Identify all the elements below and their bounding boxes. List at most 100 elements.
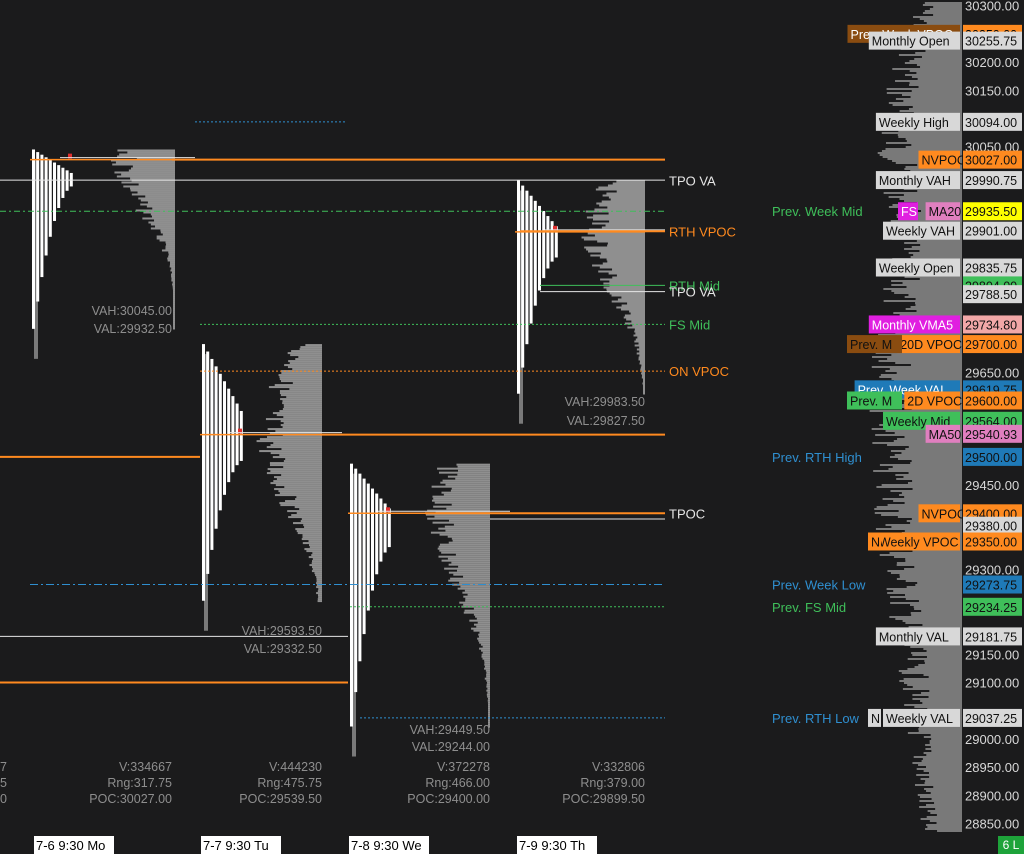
session-volume-bar [596,202,645,205]
session-volume-bar [447,535,490,538]
volume-bar [911,460,962,462]
session-volume-bar [432,495,490,498]
session-volume-bar [606,192,645,195]
session-volume-bar [121,173,175,176]
session-volume-bar [173,289,175,292]
session-volume-bar [463,603,490,606]
volume-bar [922,702,962,704]
session-volume-bar [169,263,175,266]
price-box-label: 29700.00 [965,338,1017,352]
session-volume-bar [462,591,490,594]
session-volume-bar [289,388,322,391]
overlap-tag-label: Prev. M [850,394,892,408]
volume-bar [920,66,962,68]
price-box-label: 29181.75 [965,630,1017,644]
session-volume-bar [456,569,490,572]
session-volume-bar [292,368,322,371]
session-volume-bar [117,149,175,152]
session-volume-bar [308,540,322,543]
session-volume-bar [612,268,645,271]
session-volume-bar [473,629,490,632]
session-volume-bar [272,412,322,415]
session-volume-bar [278,374,322,377]
session-volume-bar [608,272,645,275]
volume-bar [909,84,962,86]
session-volume-bar [617,298,645,301]
reference-level-tag: MA20 29935.50 [925,202,1022,221]
volume-bar [896,564,962,566]
volume-bar [931,798,962,800]
volume-bar [924,782,962,784]
volume-bar [920,244,962,246]
volume-bar [928,676,962,678]
session-volume-bar [112,163,175,166]
session-volume-bar [283,404,322,407]
reference-level-tag: MA50 29540.93 [925,424,1022,443]
session-range-label: Rng:475.75 [257,776,322,790]
session-volume-bar [317,590,322,593]
session-volume-bar [457,465,490,468]
volume-bar [914,706,962,708]
session-volume-bar [439,549,490,552]
volume-bar [912,654,962,656]
session-volume-bar [165,241,175,244]
volume-bar [916,310,962,312]
session-volume-bar [640,368,645,371]
volume-bar [898,136,962,138]
volume-bar [907,668,962,670]
x-tick-label: 7-6 9:30 Mo [36,838,105,853]
session-volume-bar [606,288,645,291]
volume-bar [883,300,962,302]
session-volume-bar [473,623,490,626]
session-volume-bar [301,518,322,521]
session-volume-bar [129,187,175,190]
volume-bar [904,296,962,298]
price-box-label: 29234.25 [965,601,1017,615]
session-volume-bar [459,581,490,584]
volume-bar [920,778,962,780]
session-volume-bar [317,598,322,601]
tpo-column [239,410,243,461]
session-volume-bar [259,450,322,453]
volume-bar [937,830,962,832]
volume-bar [887,570,962,572]
volume-bar [901,94,962,96]
session-volume-bar [602,194,645,197]
session-volume-bar [636,352,645,355]
session-volume-bar [442,479,490,482]
session-volume-bar [288,360,322,363]
volume-bar [911,144,962,146]
volume-bar [918,600,962,602]
volume-bar [926,656,962,658]
session-volume-bar [632,324,645,327]
session-volume-bar [282,426,322,429]
session-volume-bar [165,245,175,248]
volume-bar [922,624,962,626]
volume-bar [921,610,962,612]
session-volume-bar [481,655,490,658]
session-volume-bar [451,537,490,540]
session-volume-bar [638,356,645,359]
volume-bar [925,748,962,750]
volume-bar [907,684,962,686]
session-volume-bar [630,312,645,315]
volume-bar [898,458,962,460]
session-volume-bar [173,295,175,298]
reference-tag-label: NVPOC [922,154,966,168]
session-volume-bar [478,635,490,638]
volume-bar [904,200,962,202]
session-volume-bar [640,366,645,369]
session-volume-bar [487,691,490,694]
session-profile-7-8 [348,463,510,757]
session-volume-bar [273,480,322,483]
session-volume-bar [445,483,490,486]
market-profile-chart[interactable]: 30300.0030200.0030150.0030050.0029650.00… [0,0,1024,854]
volume-bar [912,480,962,482]
session-volume-bar [457,587,490,590]
volume-bar [895,474,962,476]
session-volume-bar [634,330,645,333]
session-volume-bar [131,193,175,196]
volume-bar [885,524,962,526]
volume-bar [923,736,962,738]
volume-bar [919,806,962,808]
